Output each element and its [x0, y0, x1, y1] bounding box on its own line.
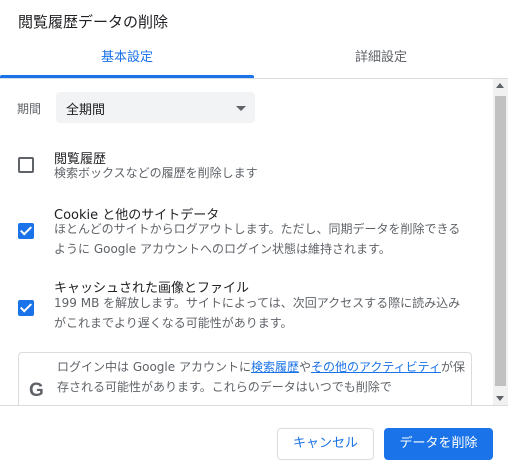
tab-bar: 基本設定 詳細設定: [0, 46, 508, 79]
dialog-footer: キャンセル データを削除: [0, 405, 508, 473]
dropdown-arrow-icon: [236, 106, 246, 111]
tab-basic[interactable]: 基本設定: [0, 46, 254, 78]
info-text-mid: や: [298, 360, 311, 374]
scrollbar[interactable]: [493, 79, 508, 405]
browsing-history-description: 検索ボックスなどの履歴を削除します: [54, 166, 258, 180]
delete-data-button[interactable]: データを削除: [384, 428, 493, 460]
period-label: 期間: [17, 102, 42, 116]
cancel-button[interactable]: キャンセル: [277, 428, 374, 460]
info-text: ログイン中は Google アカウントに検索履歴やその他のアクティビティが保存さ…: [57, 357, 469, 397]
scroll-up-arrow-icon[interactable]: [496, 83, 504, 88]
period-select[interactable]: 全期間: [56, 92, 255, 123]
settings-panel: 期間 全期間 閲覧履歴 検索ボックスなどの履歴を削除します Cookie と他の…: [0, 79, 492, 405]
browsing-history-checkbox[interactable]: [18, 157, 34, 173]
cache-description: 199 MB を解放します。サイトによっては、次回アクセスする際に読み込みがこれ…: [54, 296, 461, 330]
cache-checkbox[interactable]: [18, 300, 34, 316]
google-g-icon: G: [29, 380, 44, 401]
google-account-info: G ログイン中は Google アカウントに検索履歴やその他のアクティビティが保…: [18, 352, 472, 405]
dialog-title: 閲覧履歴データの削除: [18, 13, 169, 31]
cookies-checkbox[interactable]: [18, 223, 34, 239]
scrollbar-thumb[interactable]: [495, 96, 506, 386]
period-value: 全期間: [66, 103, 106, 118]
info-text-before: ログイン中は Google アカウントに: [57, 360, 251, 374]
cookies-description: ほとんどのサイトからログアウトします。ただし、同期データを削除できるように Go…: [54, 222, 461, 256]
tab-advanced[interactable]: 詳細設定: [254, 46, 508, 77]
search-history-link[interactable]: 検索履歴: [251, 360, 299, 374]
scroll-down-arrow-icon[interactable]: [496, 396, 504, 401]
other-activity-link[interactable]: その他のアクティビティ: [311, 360, 441, 374]
